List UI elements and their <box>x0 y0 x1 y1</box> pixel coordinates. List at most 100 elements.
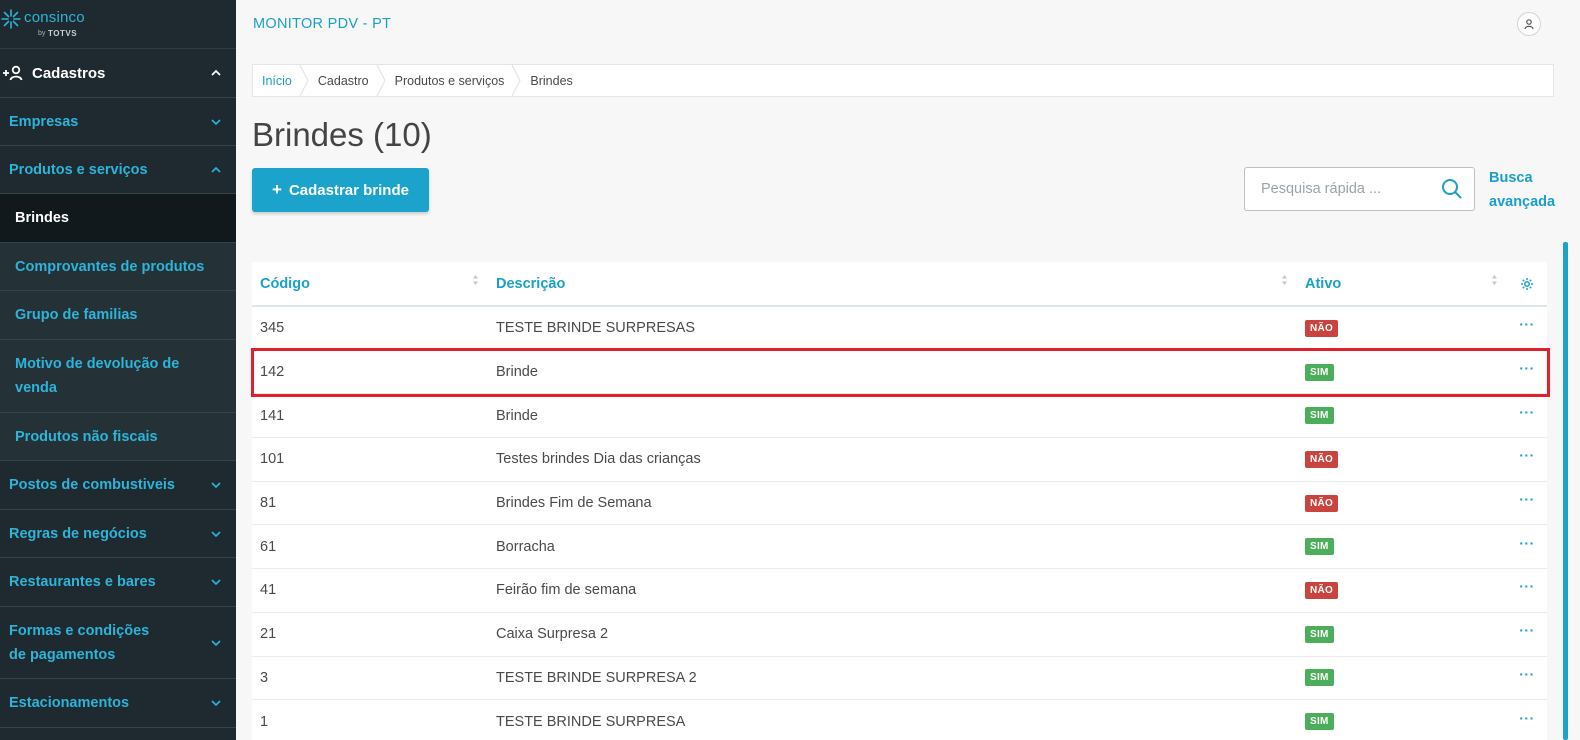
status-badge: SIM <box>1305 625 1334 643</box>
cell-ativo: SIM <box>1297 713 1507 731</box>
breadcrumb-item-cadastro[interactable]: Cadastro <box>309 65 386 96</box>
table-row[interactable]: 1 TESTE BRINDE SURPRESA SIM ··· <box>252 700 1547 740</box>
descricao-value: TESTE BRINDE SURPRESA 2 <box>496 669 697 686</box>
row-actions-button[interactable]: ··· <box>1507 405 1547 420</box>
sidebar-subitem-motivo-devolucao[interactable]: Motivo de devolução de venda <box>0 340 236 413</box>
codigo-value: 21 <box>260 626 277 643</box>
codigo-value: 61 <box>260 538 277 555</box>
column-header-descricao[interactable]: Descrição <box>488 262 1297 305</box>
codigo-value: 141 <box>260 407 285 424</box>
cell-descricao: Brindes Fim de Semana <box>488 495 1297 511</box>
row-actions-button[interactable]: ··· <box>1507 579 1547 594</box>
table-row[interactable]: 3 TESTE BRINDE SURPRESA 2 SIM ··· <box>252 657 1547 701</box>
descricao-value: Feirão fim de semana <box>496 582 637 599</box>
row-actions-button[interactable]: ··· <box>1507 536 1547 551</box>
cell-codigo: 345 <box>252 320 488 336</box>
scrollbar[interactable] <box>1563 242 1568 740</box>
sidebar-subitem-label: Brindes <box>15 210 69 226</box>
search-icon[interactable] <box>1441 178 1463 200</box>
chevron-down-icon <box>211 700 221 707</box>
menu-group-label: Cadastros <box>32 64 106 82</box>
breadcrumb-separator <box>299 65 309 96</box>
chevron-down-icon <box>211 118 221 125</box>
table-row[interactable]: 101 Testes brindes Dia das crianças NÃO ··· <box>252 438 1547 482</box>
cell-ativo: SIM <box>1297 363 1507 381</box>
sidebar-subitem-label: Comprovantes de produtos <box>15 258 205 275</box>
cell-descricao: TESTE BRINDE SURPRESAS <box>488 320 1297 336</box>
row-actions-button[interactable]: ··· <box>1507 317 1547 332</box>
row-actions-button[interactable]: ··· <box>1507 623 1547 638</box>
breadcrumb-item-inicio[interactable]: Início <box>253 65 309 96</box>
table-row[interactable]: 41 Feirão fim de semana NÃO ··· <box>252 569 1547 613</box>
breadcrumb: Início Cadastro Produtos e serviços Brin… <box>252 64 1554 97</box>
sidebar-subitem-grupo-familias[interactable]: Grupo de familias <box>0 291 236 340</box>
column-header-codigo[interactable]: Código <box>252 262 488 305</box>
advanced-search-link[interactable]: Busca avançada <box>1489 166 1559 214</box>
descricao-value: Brindes Fim de Semana <box>496 495 652 512</box>
page-title: Brindes (10) <box>252 116 432 153</box>
sidebar-subitem-brindes[interactable]: Brindes <box>0 194 236 243</box>
sidebar-item-restaurantes[interactable]: Restaurantes e bares <box>0 558 236 607</box>
table-row[interactable]: 141 Brinde SIM ··· <box>252 394 1547 439</box>
main-content: MONITOR PDV - PT Início Cadastro Produto… <box>236 0 1580 740</box>
chevron-down-icon <box>211 639 221 646</box>
table-row[interactable]: 61 Borracha SIM ··· <box>252 525 1547 570</box>
column-header-ativo[interactable]: Ativo <box>1297 262 1507 305</box>
row-actions-button[interactable]: ··· <box>1507 361 1547 376</box>
cell-ativo: SIM <box>1297 669 1507 687</box>
chevron-down-icon <box>211 579 221 586</box>
add-button-label: Cadastrar brinde <box>288 181 409 199</box>
sidebar-subitem-comprovantes[interactable]: Comprovantes de produtos <box>0 243 236 291</box>
descricao-value: Caixa Surpresa 2 <box>496 626 609 643</box>
codigo-value: 1 <box>260 713 269 730</box>
add-brinde-button[interactable]: + Cadastrar brinde <box>252 168 429 212</box>
table-row[interactable]: 21 Caixa Surpresa 2 SIM ··· <box>252 613 1547 657</box>
sidebar-item-estacionamentos[interactable]: Estacionamentos <box>0 679 236 728</box>
descricao-value: Brinde <box>496 364 538 381</box>
search-input[interactable] <box>1245 181 1435 197</box>
cell-codigo: 142 <box>252 364 488 380</box>
breadcrumb-item-produtos-servicos[interactable]: Produtos e serviços <box>386 65 522 96</box>
sidebar-item-empresas[interactable]: Empresas <box>0 98 236 146</box>
row-actions-button[interactable]: ··· <box>1507 667 1547 682</box>
cell-ativo: NÃO <box>1297 319 1507 337</box>
status-badge: NÃO <box>1305 494 1339 512</box>
more-icon: ··· <box>1519 534 1535 551</box>
sort-icon <box>1282 275 1287 285</box>
table-row[interactable]: 142 Brinde SIM ··· <box>252 351 1547 395</box>
logo[interactable]: consinco by TOTVS <box>0 0 236 49</box>
breadcrumb-item-brindes: Brindes <box>521 65 589 96</box>
gear-icon <box>1521 277 1533 290</box>
menu-group-cadastros[interactable]: Cadastros <box>0 49 236 98</box>
table-row[interactable]: 345 TESTE BRINDE SURPRESAS NÃO ··· <box>252 307 1547 351</box>
sidebar-item-formas-pagamento[interactable]: Formas e condições de pagamentos <box>0 607 236 679</box>
row-actions-button[interactable]: ··· <box>1507 711 1547 726</box>
brand-by: by <box>38 30 46 37</box>
sidebar-subitem-label: Grupo de familias <box>15 307 138 323</box>
cell-descricao: Feirão fim de semana <box>488 582 1297 598</box>
plus-icon: + <box>272 180 282 199</box>
consinco-logo-icon <box>1 9 21 29</box>
cell-descricao: Testes brindes Dia das crianças <box>488 451 1297 467</box>
cell-codigo: 41 <box>252 582 488 598</box>
table-settings-button[interactable] <box>1507 262 1547 305</box>
sidebar-item-label: Restaurantes e bares <box>9 574 156 590</box>
user-menu-button[interactable] <box>1517 12 1541 36</box>
more-icon: ··· <box>1519 709 1535 726</box>
breadcrumb-separator <box>511 65 521 96</box>
row-actions-button[interactable]: ··· <box>1507 448 1547 463</box>
row-actions-button[interactable]: ··· <box>1507 492 1547 507</box>
cell-descricao: Caixa Surpresa 2 <box>488 626 1297 642</box>
sidebar-item-produtos-servicos[interactable]: Produtos e serviços <box>0 146 236 194</box>
sidebar-subitem-produtos-nao-fiscais[interactable]: Produtos não fiscais <box>0 413 236 461</box>
sidebar-subitem-label: Motivo de devolução de venda <box>15 356 180 396</box>
sort-icon <box>473 275 478 285</box>
table-row[interactable]: 81 Brindes Fim de Semana NÃO ··· <box>252 482 1547 526</box>
sidebar-item-regras[interactable]: Regras de negócios <box>0 510 236 558</box>
sidebar-item-postos[interactable]: Postos de combustiveis <box>0 461 236 510</box>
more-icon: ··· <box>1519 403 1535 420</box>
status-badge: SIM <box>1305 669 1334 687</box>
sidebar-item-label: Formas e condições de pagamentos <box>9 622 150 663</box>
table-header: Código Descrição Ativo <box>252 262 1547 307</box>
codigo-value: 81 <box>260 495 277 512</box>
